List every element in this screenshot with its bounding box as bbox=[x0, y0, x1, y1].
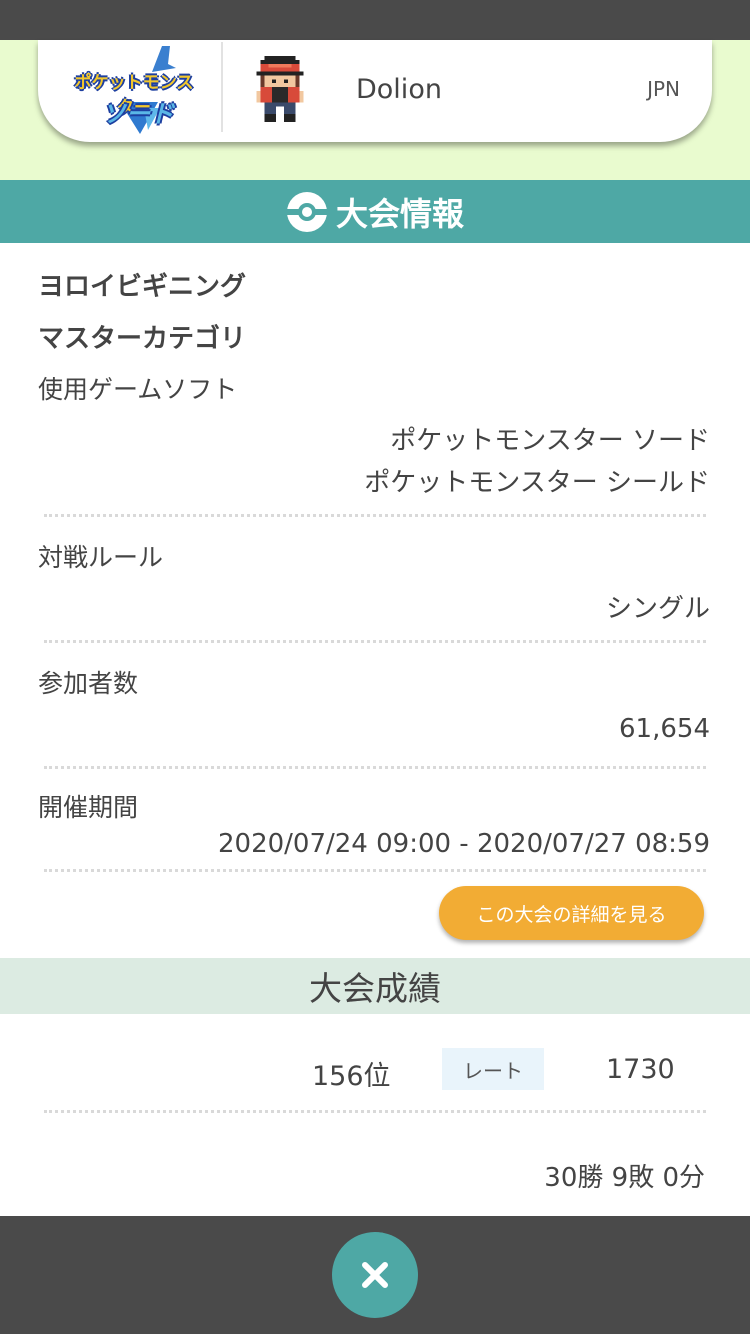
rule-value: シングル bbox=[605, 594, 710, 624]
software-value-sword: ポケットモンスター ソード bbox=[390, 426, 710, 456]
divider bbox=[44, 766, 706, 769]
player-name: Dolion bbox=[356, 74, 442, 105]
close-icon bbox=[362, 1262, 388, 1288]
software-label: 使用ゲームソフト bbox=[38, 375, 238, 404]
results-title: 大会成績 bbox=[309, 969, 441, 1008]
participants-value: 61,654 bbox=[619, 714, 710, 744]
rank-value: 156位 bbox=[312, 1061, 391, 1092]
rule-label: 対戦ルール bbox=[38, 543, 164, 572]
win-loss-record: 30勝 9敗 0分 bbox=[544, 1163, 705, 1193]
profile-card: ポケットモンスター ソード Dolion JPN bbox=[38, 40, 712, 142]
rate-value: 1730 bbox=[606, 1054, 675, 1085]
status-bar bbox=[0, 0, 750, 40]
divider bbox=[44, 640, 706, 643]
divider bbox=[44, 514, 706, 517]
tournament-info-header: 大会情報 bbox=[0, 180, 750, 243]
period-label: 開催期間 bbox=[38, 793, 139, 822]
profile-divider bbox=[221, 42, 223, 132]
period-value: 2020/07/24 09:00 - 2020/07/27 08:59 bbox=[217, 829, 710, 859]
game-logo-subtitle: ソード bbox=[102, 100, 174, 128]
tournament-name: ヨロイビギニング bbox=[38, 272, 247, 302]
results-header: 大会成績 bbox=[0, 958, 750, 1014]
country-code: JPN bbox=[647, 77, 680, 101]
close-button[interactable] bbox=[332, 1232, 418, 1318]
software-value-shield: ポケットモンスター シールド bbox=[364, 468, 710, 498]
divider bbox=[44, 1110, 706, 1113]
divider bbox=[44, 869, 706, 872]
game-logo: ポケットモンスター ソード bbox=[74, 42, 194, 138]
trainer-avatar-icon bbox=[252, 56, 308, 122]
tournament-detail-button[interactable]: この大会の詳細を見る bbox=[439, 886, 704, 940]
participants-label: 参加者数 bbox=[38, 669, 139, 698]
tournament-info-title: 大会情報 bbox=[335, 194, 464, 233]
tournament-category: マスターカテゴリ bbox=[38, 324, 247, 354]
rate-badge: レート bbox=[442, 1048, 544, 1090]
pokeball-icon bbox=[286, 191, 327, 232]
